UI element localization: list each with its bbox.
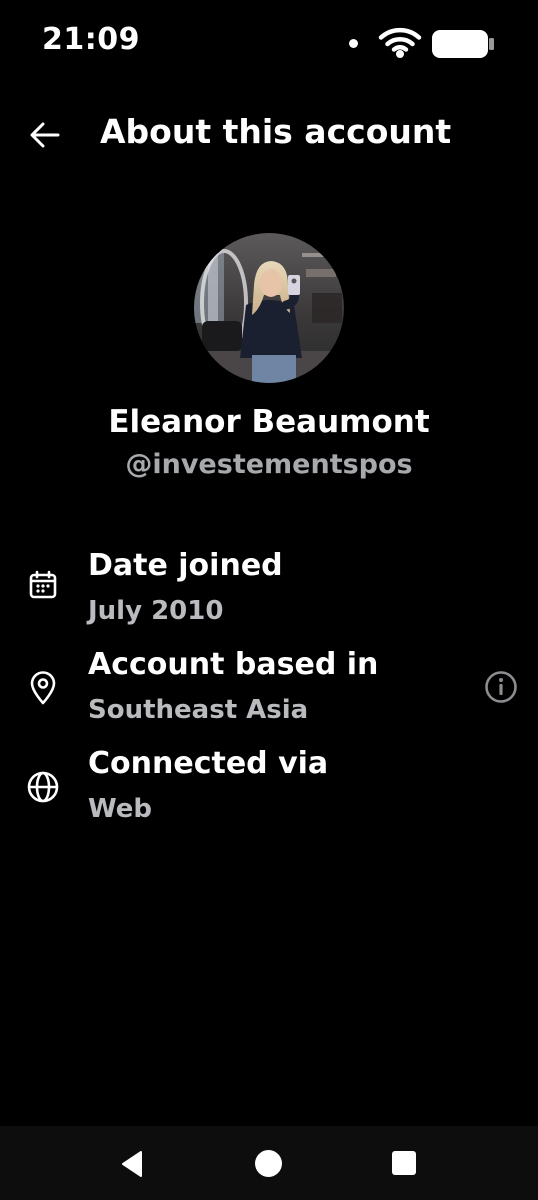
connected-via-label: Connected via — [88, 746, 329, 781]
date-joined-row: Date joined July 2010 — [0, 546, 538, 642]
account-based-in-label: Account based in — [88, 647, 379, 682]
status-time: 21:09 — [42, 22, 140, 57]
status-bar: 21:09 — [0, 0, 538, 88]
wifi-icon — [378, 27, 422, 58]
date-joined-label: Date joined — [88, 548, 283, 583]
connected-via-row: Connected via Web — [0, 744, 538, 840]
connected-via-value: Web — [88, 794, 152, 824]
notification-dot-icon — [349, 39, 358, 48]
nav-back-icon[interactable] — [117, 1148, 149, 1180]
avatar[interactable] — [194, 233, 344, 383]
location-pin-icon — [24, 669, 62, 707]
arrow-left-icon — [30, 122, 60, 148]
display-name: Eleanor Beaumont — [108, 404, 430, 440]
globe-icon — [24, 768, 62, 806]
battery-icon — [432, 30, 494, 58]
info-circle-icon[interactable] — [483, 669, 519, 705]
nav-recents-icon[interactable] — [392, 1151, 416, 1175]
page-title: About this account — [100, 112, 452, 151]
back-button[interactable] — [20, 110, 70, 160]
nav-home-icon[interactable] — [255, 1150, 282, 1177]
user-handle: @investementspos — [125, 449, 413, 480]
account-based-in-value: Southeast Asia — [88, 695, 309, 725]
account-based-in-row: Account based in Southeast Asia — [0, 645, 538, 741]
system-nav-bar — [0, 1126, 538, 1200]
date-joined-value: July 2010 — [88, 596, 224, 626]
calendar-icon — [24, 566, 62, 604]
profile-photo — [194, 233, 344, 383]
